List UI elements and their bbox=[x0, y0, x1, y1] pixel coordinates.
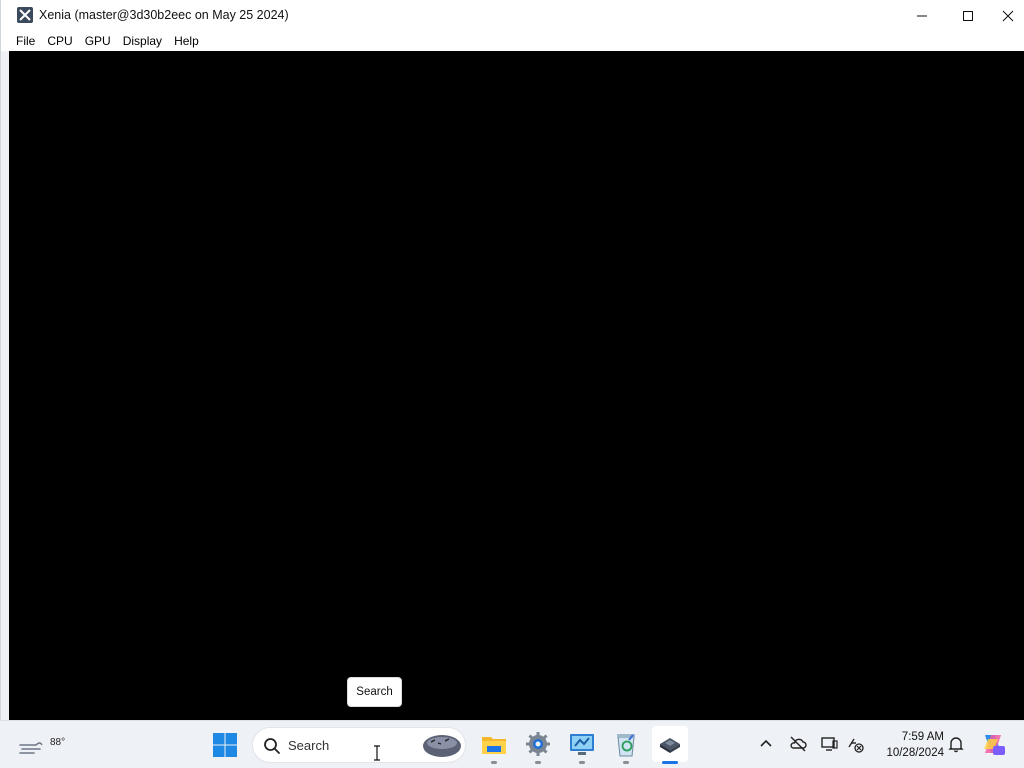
control-panel-icon bbox=[570, 734, 594, 755]
window-left-edge bbox=[1, 51, 9, 720]
text-cursor-icon bbox=[374, 745, 380, 761]
window-title: Xenia (master@3d30b2eec on May 25 2024) bbox=[39, 8, 289, 22]
menu-file[interactable]: File bbox=[10, 31, 41, 51]
emulator-viewport[interactable] bbox=[9, 51, 1024, 720]
taskbar-control-panel[interactable] bbox=[567, 729, 597, 764]
taskbar-file-explorer[interactable] bbox=[479, 729, 509, 764]
menu-gpu[interactable]: GPU bbox=[79, 31, 117, 51]
minimize-button[interactable] bbox=[899, 0, 945, 31]
xenia-window: Xenia (master@3d30b2eec on May 25 2024) … bbox=[0, 0, 1024, 720]
close-button[interactable] bbox=[991, 0, 1024, 31]
copilot-icon[interactable] bbox=[980, 731, 1006, 757]
search-tooltip: Search bbox=[347, 677, 402, 707]
running-indicator bbox=[535, 761, 541, 764]
menu-help[interactable]: Help bbox=[168, 31, 205, 51]
maximize-button[interactable] bbox=[945, 0, 991, 31]
running-indicator bbox=[623, 761, 629, 764]
display-icon[interactable] bbox=[820, 735, 838, 753]
taskbar-recycle-bin[interactable] bbox=[611, 729, 641, 764]
search-icon bbox=[264, 738, 280, 754]
clock-date: 10/28/2024 bbox=[886, 747, 944, 759]
weather-widget[interactable]: 88° bbox=[18, 729, 65, 761]
taskbar-xenia[interactable] bbox=[652, 726, 688, 764]
windows-logo-icon bbox=[213, 733, 237, 757]
start-button[interactable] bbox=[212, 732, 238, 758]
chevron-up-icon[interactable] bbox=[757, 735, 775, 753]
xenia-logo-icon bbox=[17, 7, 33, 23]
menu-cpu[interactable]: CPU bbox=[41, 31, 78, 51]
weather-temperature: 88° bbox=[50, 737, 66, 748]
notification-bell-icon[interactable] bbox=[947, 735, 965, 753]
clock-time: 7:59 AM bbox=[901, 731, 944, 743]
taskbar: 88° Search 7:59 AM 10/28/2024 bbox=[0, 720, 1024, 768]
file-explorer-icon bbox=[482, 737, 506, 754]
system-clock[interactable]: 7:59 AM 10/28/2024 bbox=[874, 729, 944, 761]
menu-display[interactable]: Display bbox=[117, 31, 168, 51]
taskbar-settings[interactable] bbox=[523, 729, 553, 764]
onedrive-offline-icon[interactable] bbox=[789, 735, 807, 753]
taskbar-search-box[interactable]: Search bbox=[252, 727, 466, 763]
settings-gear-icon bbox=[526, 732, 550, 756]
search-highlight-icon bbox=[423, 735, 461, 757]
title-bar[interactable]: Xenia (master@3d30b2eec on May 25 2024) bbox=[1, 0, 1024, 31]
search-placeholder: Search bbox=[288, 738, 330, 753]
running-indicator bbox=[491, 761, 497, 764]
xenia-app-icon bbox=[660, 738, 680, 753]
recycle-bin-icon bbox=[617, 734, 635, 757]
running-indicator bbox=[579, 761, 585, 764]
network-disconnected-icon[interactable] bbox=[846, 735, 864, 753]
menu-bar: File CPU GPU Display Help bbox=[1, 31, 1024, 51]
active-indicator bbox=[662, 761, 678, 764]
